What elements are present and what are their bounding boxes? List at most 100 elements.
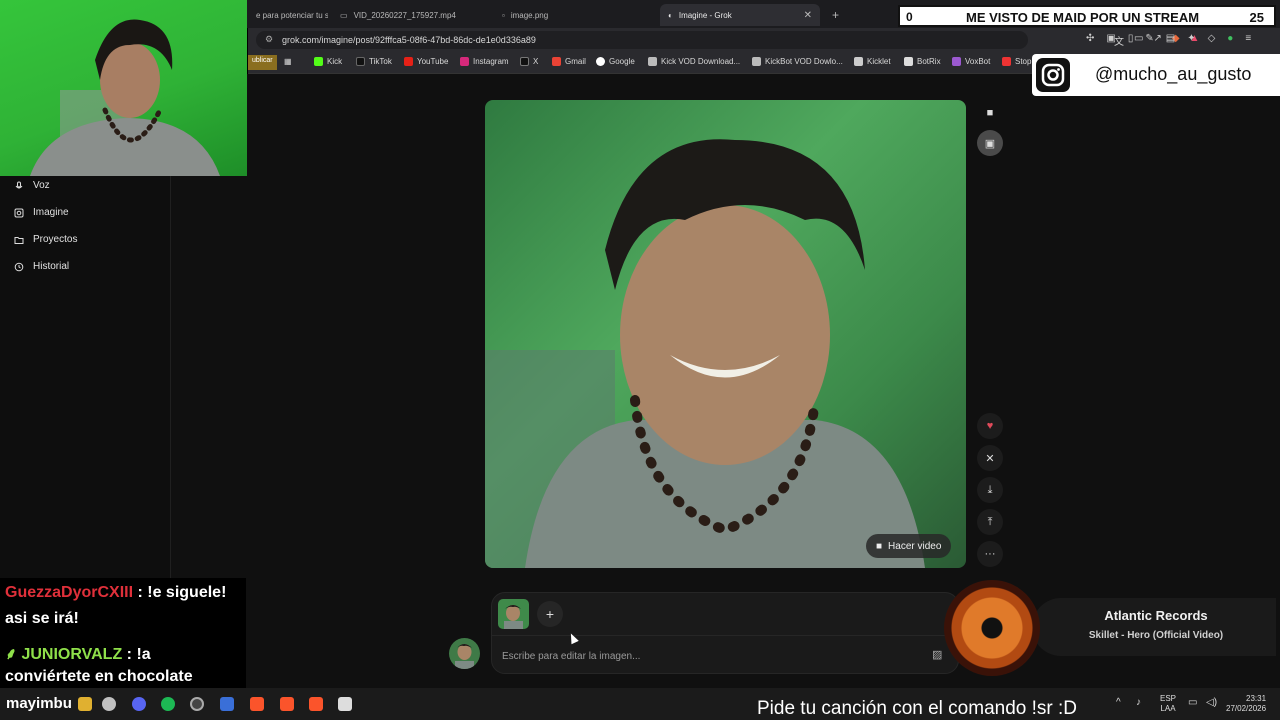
wallet-icon[interactable]: ▤ bbox=[1166, 33, 1175, 44]
bookmark-kick[interactable]: Kick bbox=[314, 57, 342, 66]
grok-icon: ◐ bbox=[668, 10, 673, 20]
image-icon bbox=[14, 208, 24, 217]
bookmark-tiktok[interactable]: TikTok bbox=[356, 57, 392, 66]
bookmark-kickbot-vod[interactable]: KickBot VOD Dowlo... bbox=[752, 57, 843, 66]
song-request-ticker: Pide tu canción con el comando !sr :D bbox=[757, 698, 1078, 719]
bookmark-gmail[interactable]: Gmail bbox=[552, 57, 586, 66]
chat-message-continued: conviértete en chocolate bbox=[5, 668, 193, 685]
bookmark-x[interactable]: X bbox=[520, 57, 538, 66]
video-camera-icon: ■ bbox=[986, 107, 994, 119]
profile-icon[interactable]: ● bbox=[1227, 33, 1233, 44]
share-button[interactable]: ⤒ bbox=[977, 509, 1003, 535]
app-icon[interactable] bbox=[220, 697, 234, 711]
avatar[interactable] bbox=[449, 638, 480, 669]
attached-image-thumbnail[interactable] bbox=[498, 599, 529, 629]
image-icon: ▣ bbox=[984, 137, 996, 150]
stream-goal-counter: 0 ME VISTO DE MAID POR UN STREAM 25 bbox=[898, 5, 1276, 27]
file-icon: ▫ bbox=[502, 10, 505, 20]
bookmark-icon bbox=[648, 57, 657, 66]
composer-divider bbox=[492, 635, 960, 636]
bookmark-publicar[interactable]: ublicar bbox=[248, 55, 277, 70]
like-button[interactable]: ♥ bbox=[977, 413, 1003, 439]
tab-image-png[interactable]: ▫ image.png bbox=[494, 4, 654, 26]
bookmark-stop[interactable]: Stop bbox=[1002, 57, 1031, 66]
bookmark-label: Google bbox=[609, 57, 635, 66]
microphone-tray-icon[interactable]: ♪ bbox=[1136, 698, 1141, 708]
tab-video-file[interactable]: ▭ VID_20260227_175927.mp4 bbox=[332, 4, 488, 26]
now-playing-artist: Atlantic Records bbox=[1104, 608, 1208, 623]
sidebar-item-proyectos[interactable]: Proyectos bbox=[14, 234, 77, 245]
file-explorer-icon[interactable] bbox=[78, 697, 92, 711]
bookmark-voxbot[interactable]: VoxBot bbox=[952, 57, 990, 66]
tab-label: image.png bbox=[510, 10, 549, 20]
share-x-button[interactable]: ✕ bbox=[977, 445, 1003, 471]
video-mode-button[interactable]: ■ bbox=[977, 100, 1003, 126]
webcam-feed bbox=[30, 19, 220, 176]
network-icon[interactable]: ▭ bbox=[1188, 698, 1197, 708]
edit-icon[interactable]: ✎ bbox=[1145, 33, 1153, 44]
windows-taskbar: mayimbu ^ ♪ ESP LAA ▭ ◁) 23:31 27/02/202… bbox=[0, 688, 1280, 720]
chat-message: ⸙ JUNIORVALZ : !a bbox=[5, 642, 151, 664]
leo-icon[interactable]: ✦ bbox=[1187, 33, 1195, 44]
add-attachment-button[interactable]: + bbox=[537, 601, 563, 627]
image-mode-button[interactable]: ▣ bbox=[977, 130, 1003, 156]
tab-imagine-grok[interactable]: ◐ Imagine - Grok ✕ bbox=[660, 4, 820, 26]
address-bar[interactable]: ⚙ grok.com/imagine/post/92fffca5-08f6-47… bbox=[256, 31, 1028, 49]
site-info-icon[interactable]: ⚙ bbox=[265, 34, 273, 45]
counter-title: ME VISTO DE MAID POR UN STREAM bbox=[966, 10, 1200, 25]
brave-browser-icon[interactable] bbox=[309, 697, 323, 711]
clock[interactable]: 23:31 27/02/2026 bbox=[1226, 694, 1266, 714]
bookmark-google[interactable]: Google bbox=[596, 57, 635, 66]
bookmark-botrix[interactable]: BotRix bbox=[904, 57, 941, 66]
volume-icon[interactable]: ◁) bbox=[1206, 698, 1217, 708]
screenshot-icon[interactable]: ▣ bbox=[1106, 33, 1115, 44]
address-bar-row: ⚙ grok.com/imagine/post/92fffca5-08f6-47… bbox=[248, 28, 1280, 52]
generated-image[interactable] bbox=[485, 100, 966, 568]
sidebar-item-historial[interactable]: Historial bbox=[14, 261, 69, 272]
make-video-button[interactable]: ■ Hacer video bbox=[866, 534, 952, 558]
bookmark-label: Kick bbox=[327, 57, 343, 66]
sidebar-item-voz[interactable]: Voz bbox=[14, 180, 50, 191]
vpn-icon[interactable]: ◇ bbox=[1208, 33, 1216, 44]
new-tab-button[interactable]: + bbox=[824, 4, 844, 26]
tab-potenciar[interactable]: e para potenciar tu s bbox=[248, 4, 328, 26]
language-indicator[interactable]: ESP LAA bbox=[1160, 694, 1176, 714]
extensions-icon[interactable]: ✣ bbox=[1086, 33, 1094, 44]
chat-badge-icon: ⸙ bbox=[5, 646, 18, 663]
menu-icon[interactable]: ≡ bbox=[1245, 33, 1251, 44]
steam-icon[interactable] bbox=[190, 697, 204, 711]
counter-left-value: 0 bbox=[906, 10, 913, 24]
x-icon bbox=[520, 57, 529, 66]
notepad-icon[interactable] bbox=[338, 697, 352, 711]
more-options-button[interactable]: ··· bbox=[977, 541, 1003, 567]
close-tab-icon[interactable]: ✕ bbox=[804, 10, 812, 21]
now-playing-widget bbox=[1032, 598, 1276, 656]
youtube-icon bbox=[404, 57, 413, 66]
avatar-photo bbox=[455, 644, 474, 669]
discord-icon[interactable] bbox=[132, 697, 146, 711]
sidebar-item-label: Proyectos bbox=[33, 234, 78, 245]
bookmark-label: Gmail bbox=[565, 57, 586, 66]
bookmark-kick-vod[interactable]: Kick VOD Download... bbox=[648, 57, 740, 66]
x-icon: ✕ bbox=[985, 452, 995, 465]
bookmark-label: Kick VOD Download... bbox=[661, 57, 741, 66]
url-text: grok.com/imagine/post/92fffca5-08f6-47bd… bbox=[282, 35, 536, 45]
botrix-icon bbox=[904, 57, 913, 66]
download-button[interactable]: ⤓ bbox=[977, 477, 1003, 503]
tray-chevron-icon[interactable]: ^ bbox=[1116, 698, 1121, 708]
instagram-banner: @mucho_au_gusto bbox=[1032, 54, 1280, 96]
stop-icon bbox=[1002, 57, 1011, 66]
bookmark-instagram[interactable]: Instagram bbox=[460, 57, 509, 66]
sidebar-item-imagine[interactable]: Imagine bbox=[14, 207, 69, 218]
spotify-icon[interactable] bbox=[161, 697, 175, 711]
sidebar-icon[interactable]: ▯ bbox=[1128, 33, 1134, 44]
edit-prompt-input[interactable] bbox=[502, 648, 922, 664]
image-edit-icon[interactable]: ▨ bbox=[932, 648, 942, 661]
bookmark-youtube[interactable]: YouTube bbox=[404, 57, 448, 66]
brave-browser-icon[interactable] bbox=[280, 697, 294, 711]
apps-icon[interactable]: ▦ bbox=[284, 57, 292, 66]
bookmark-kicklet[interactable]: Kicklet bbox=[854, 57, 891, 66]
brave-browser-icon[interactable] bbox=[250, 697, 264, 711]
instagram-handle: @mucho_au_gusto bbox=[1095, 64, 1252, 84]
obs-icon[interactable] bbox=[102, 697, 116, 711]
